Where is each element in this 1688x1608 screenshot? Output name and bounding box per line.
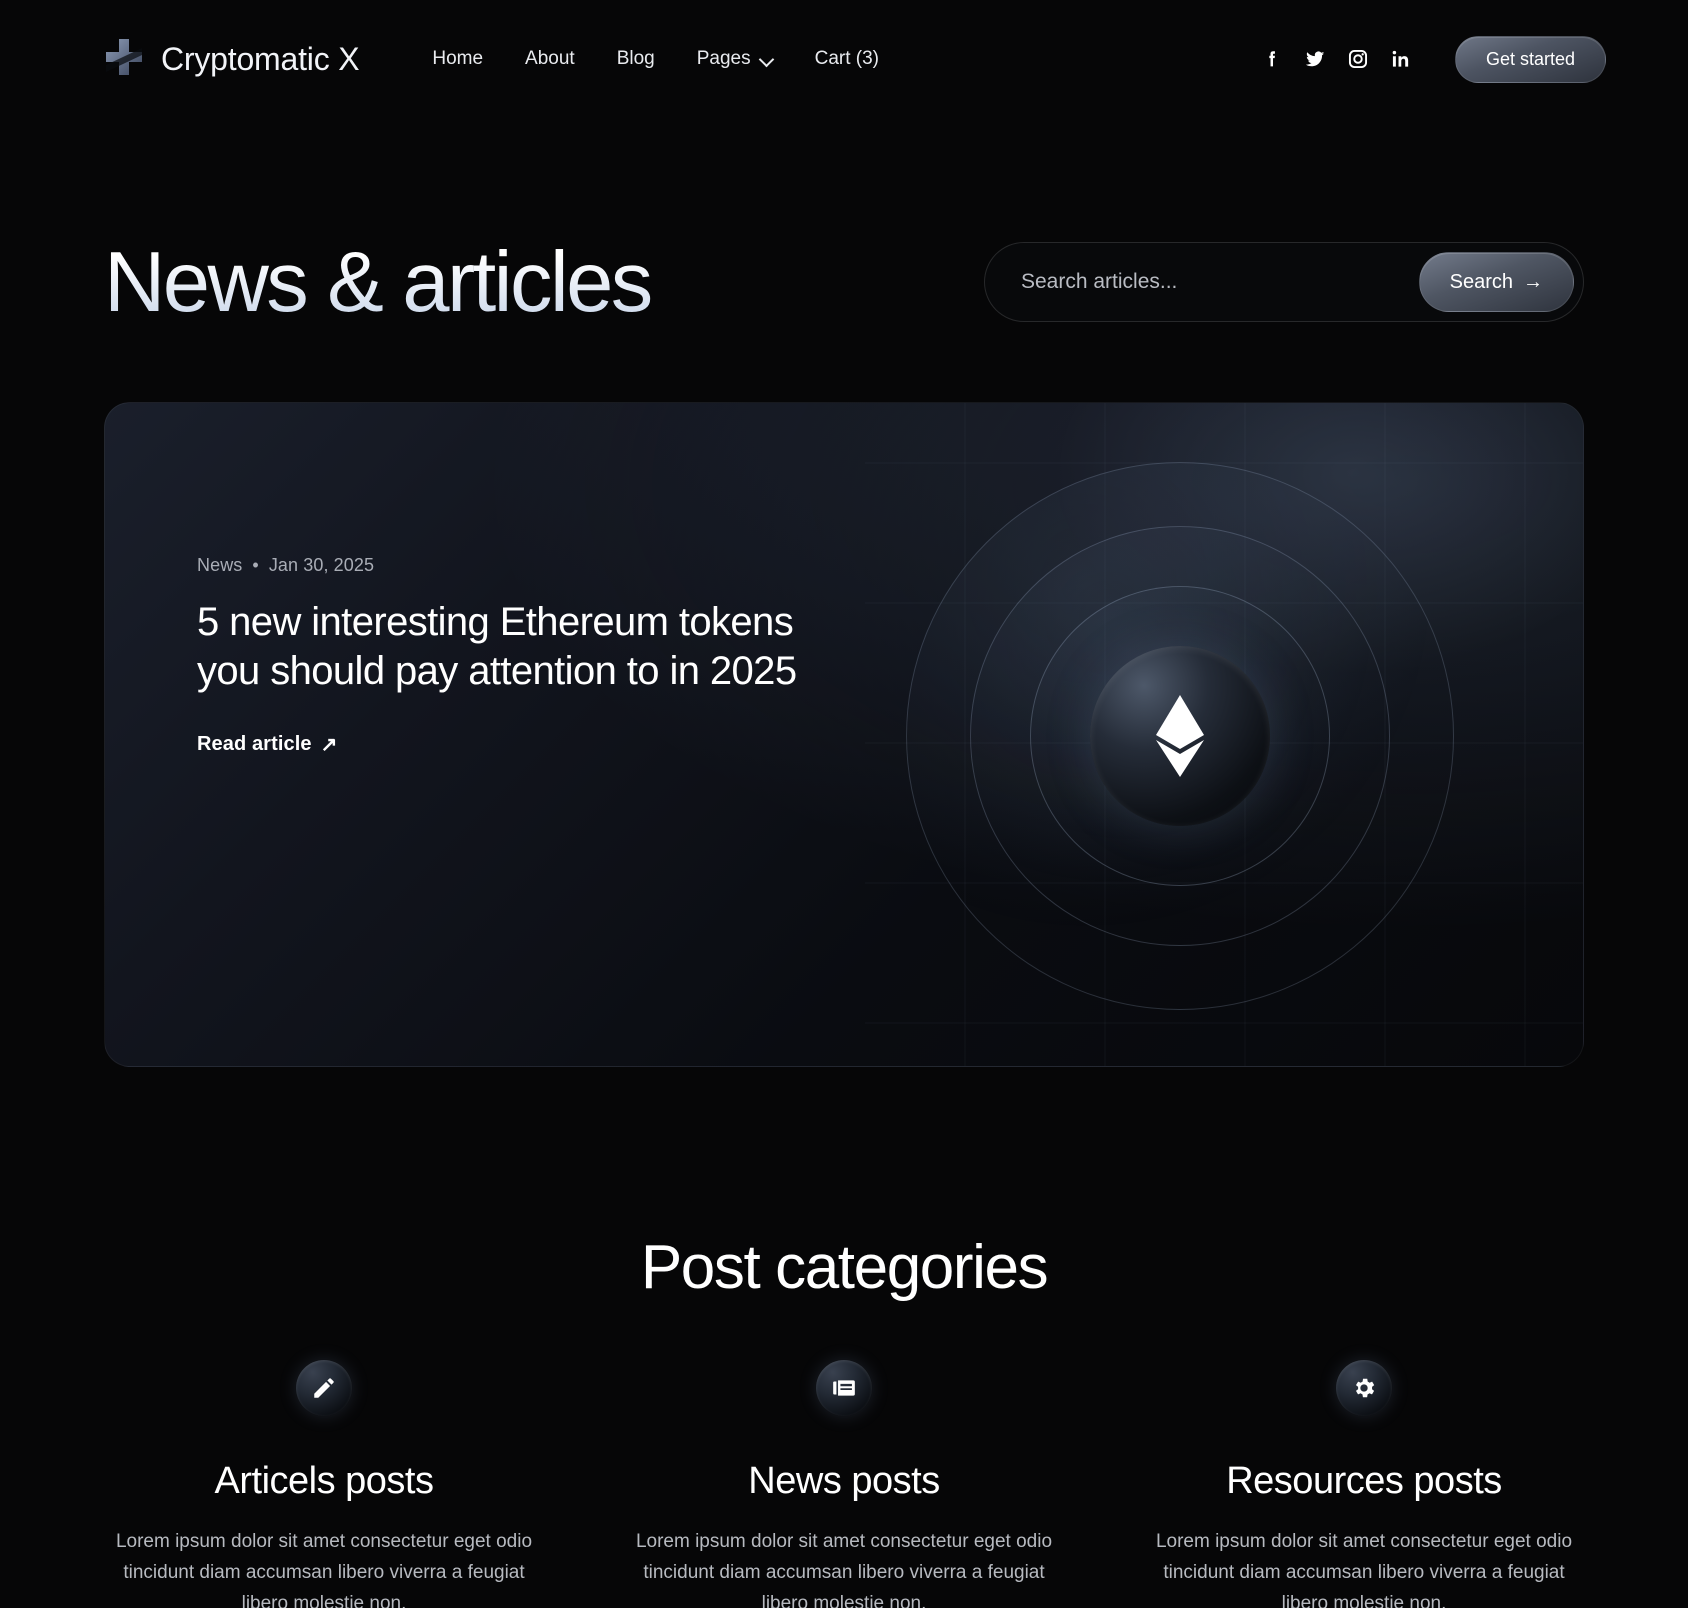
nav-item-blog[interactable]: Blog <box>596 40 676 78</box>
main-nav: Home About Blog Pages Cart (3) <box>411 40 900 78</box>
brand-logo[interactable]: Cryptomatic X <box>104 38 360 80</box>
search-button[interactable]: Search → <box>1418 252 1574 312</box>
nav-label: Cart (3) <box>814 48 879 69</box>
cross-slash-logo-icon <box>104 38 144 80</box>
instagram-icon[interactable] <box>1347 48 1370 71</box>
read-article-link[interactable]: Read article ↗ <box>197 732 337 757</box>
arrow-up-right-icon: ↗ <box>320 733 338 756</box>
category-card-resources[interactable]: Resources posts Lorem ipsum dolor sit am… <box>1144 1360 1584 1608</box>
newspaper-icon <box>816 1360 872 1416</box>
category-card-news[interactable]: News posts Lorem ipsum dolor sit amet co… <box>624 1360 1064 1608</box>
ethereum-graphic <box>895 451 1465 1021</box>
brand-name: Cryptomatic X <box>161 40 360 77</box>
site-header: Cryptomatic X Home About Blog Pages Cart… <box>0 0 1688 118</box>
gear-icon <box>1336 1360 1392 1416</box>
nav-item-about[interactable]: About <box>504 40 596 78</box>
ethereum-icon <box>1156 695 1204 777</box>
nav-label: Blog <box>616 48 655 69</box>
ethereum-orb <box>1090 646 1270 826</box>
nav-label: About <box>525 48 575 69</box>
linkedin-icon[interactable] <box>1390 48 1413 71</box>
chevron-down-icon <box>760 53 773 66</box>
meta-separator: • <box>252 555 259 575</box>
category-card-articles[interactable]: Articels posts Lorem ipsum dolor sit ame… <box>104 1360 544 1608</box>
twitter-icon[interactable] <box>1304 48 1327 71</box>
category-description: Lorem ipsum dolor sit amet consectetur e… <box>1155 1531 1573 1608</box>
article-meta: News • Jan 30, 2025 <box>197 555 817 576</box>
category-description: Lorem ipsum dolor sit amet consectetur e… <box>115 1531 533 1608</box>
arrow-right-icon: → <box>1523 270 1543 293</box>
category-title: News posts <box>748 1460 940 1502</box>
get-started-button[interactable]: Get started <box>1454 35 1606 83</box>
nav-item-home[interactable]: Home <box>411 40 504 78</box>
search-bar: Search → <box>984 242 1584 322</box>
categories-list: Articels posts Lorem ipsum dolor sit ame… <box>104 1360 1584 1608</box>
header-actions: Get started <box>1261 35 1606 83</box>
pencil-icon <box>296 1360 352 1416</box>
categories-heading: Post categories <box>640 1233 1049 1302</box>
nav-label: Pages <box>696 48 751 69</box>
nav-item-pages[interactable]: Pages <box>676 40 794 78</box>
social-links <box>1261 48 1413 71</box>
nav-label: Home <box>432 48 484 69</box>
facebook-icon[interactable] <box>1261 48 1284 71</box>
page-root: Cryptomatic X Home About Blog Pages Cart… <box>0 0 1688 1608</box>
featured-article-text: News • Jan 30, 2025 5 new interesting Et… <box>197 555 817 757</box>
category-title: Articels posts <box>214 1460 434 1502</box>
nav-item-cart[interactable]: Cart (3) <box>794 40 900 78</box>
page-title: News & articles <box>104 234 653 330</box>
search-button-label: Search <box>1449 270 1513 293</box>
hero-section: News & articles Search → <box>104 232 1584 332</box>
article-title: 5 new interesting Ethereum tokens you sh… <box>197 600 797 693</box>
featured-article-card[interactable]: News • Jan 30, 2025 5 new interesting Et… <box>104 402 1584 1067</box>
article-category: News <box>197 555 243 575</box>
read-article-label: Read article <box>197 732 312 755</box>
category-description: Lorem ipsum dolor sit amet consectetur e… <box>635 1531 1053 1608</box>
category-title: Resources posts <box>1226 1460 1502 1502</box>
article-date: Jan 30, 2025 <box>268 555 375 575</box>
search-input[interactable] <box>985 270 1419 294</box>
